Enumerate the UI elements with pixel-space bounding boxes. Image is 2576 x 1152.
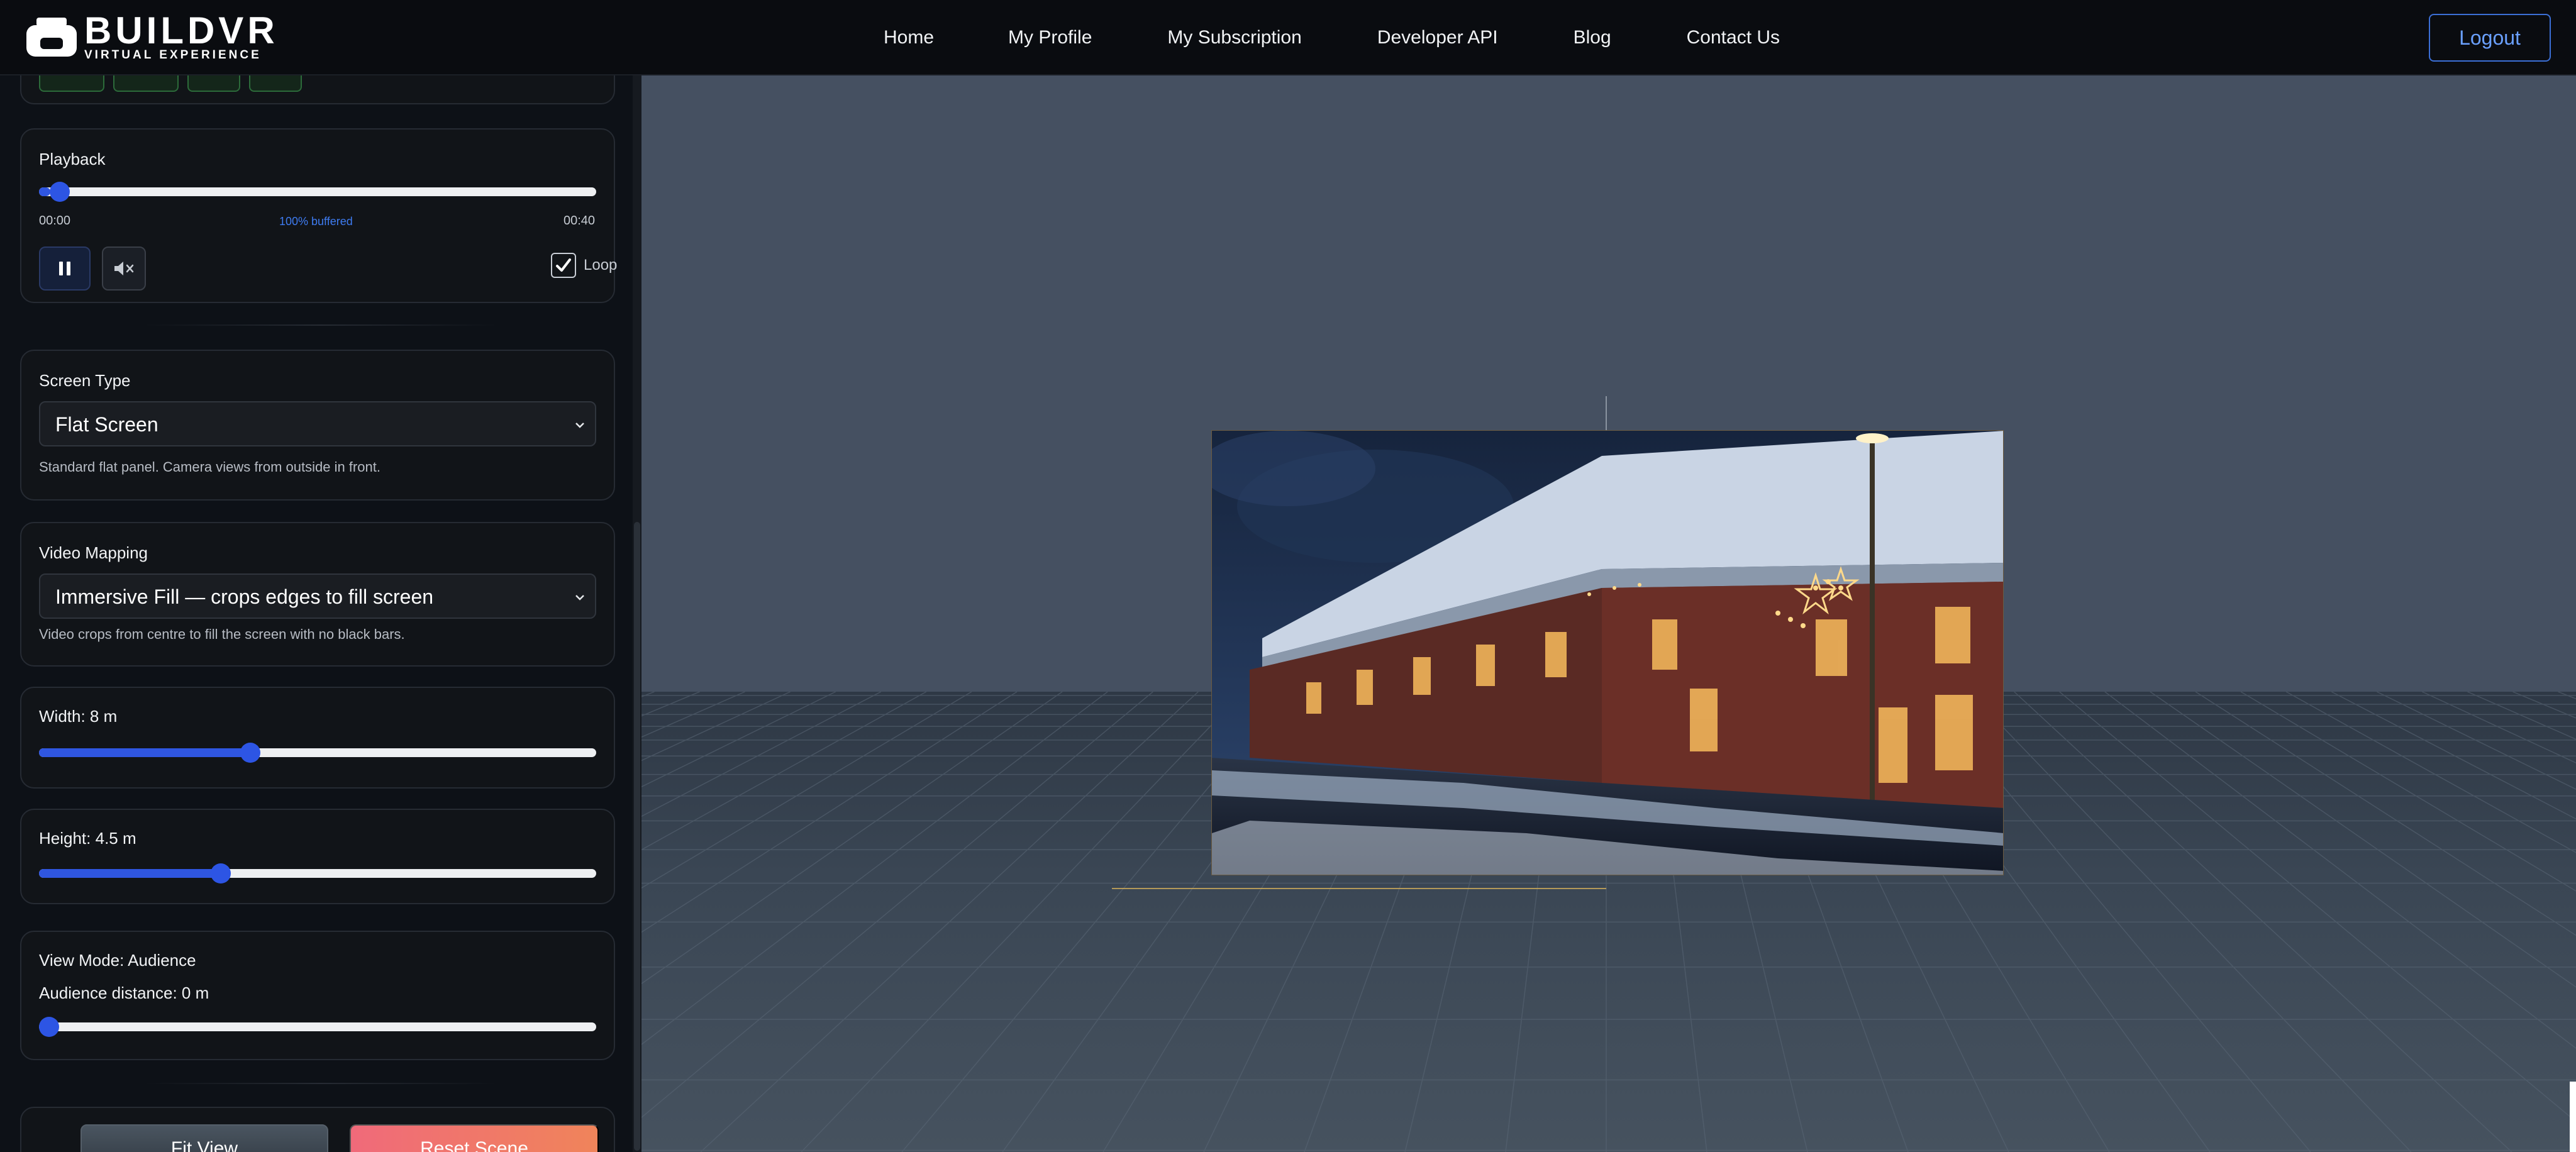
audience-distance-handle[interactable] [39,1017,59,1037]
logo-title: BUILDVR [84,9,279,52]
playback-card: Playback 00:00 100% buffered 00:40 Loop [20,128,617,303]
nav-blog[interactable]: Blog [1574,27,1611,48]
video-mapping-label: Video Mapping [39,543,148,562]
duration-time: 00:40 [564,214,596,228]
actions-card: Fit View Reset Scene [20,1107,615,1152]
format-chip[interactable] [187,75,240,92]
chevron-down-icon [575,595,584,601]
main-nav: Home My Profile My Subscription Develope… [884,0,1780,75]
video-mapping-help: Video crops from centre to fill the scre… [39,626,405,642]
logo-subtitle: VIRTUAL EXPERIENCE [84,48,262,62]
nav-my-profile[interactable]: My Profile [1008,27,1092,48]
nav-contact-us[interactable]: Contact Us [1687,27,1780,48]
screen-anchor-line [1606,396,1607,430]
video-mapping-select[interactable]: Immersive Fill — crops edges to fill scr… [39,573,596,619]
screen-type-select[interactable]: Flat Screen [39,401,596,446]
loop-label: Loop [584,257,618,274]
reset-scene-button[interactable]: Reset Scene [350,1124,599,1152]
format-chip[interactable] [39,75,104,92]
height-slider[interactable] [39,863,596,883]
chevron-down-icon [575,423,584,428]
nav-home[interactable]: Home [884,27,934,48]
loop-toggle[interactable]: Loop [551,253,617,278]
loop-checkbox[interactable] [551,253,576,278]
video-frame-image [1212,431,2003,875]
checkmark-icon [556,258,571,272]
format-card [20,75,615,104]
width-card: Width: 8 m [20,687,615,789]
top-navbar: BUILDVR VIRTUAL EXPERIENCE Home My Profi… [0,0,2576,75]
height-card: Height: 4.5 m [20,809,615,904]
view-mode-card: View Mode: Audience Audience distance: 0… [20,931,615,1060]
floor-guide-line [1112,888,1606,889]
viewport-edge-indicator [2570,1082,2576,1152]
sidebar-scrollbar-thumb[interactable] [634,522,640,1151]
speaker-muted-icon [114,262,134,275]
format-chip[interactable] [113,75,179,92]
video-screen[interactable] [1211,430,2004,875]
audience-distance-label: Audience distance: 0 m [39,983,209,1002]
current-time: 00:00 [39,214,71,228]
video-mapping-value: Immersive Fill — crops edges to fill scr… [55,585,434,608]
playback-seek-slider[interactable] [39,182,596,202]
mute-button[interactable] [102,246,146,291]
width-label: Width: 8 m [39,707,118,726]
screen-type-help: Standard flat panel. Camera views from o… [39,459,380,475]
video-mapping-card: Video Mapping Immersive Fill — crops edg… [20,522,615,667]
screen-type-card: Screen Type Flat Screen Standard flat pa… [20,350,615,501]
logout-button[interactable]: Logout [2429,14,2551,62]
vr-headset-logo-icon [25,16,78,59]
nav-developer-api[interactable]: Developer API [1377,27,1498,48]
view-mode-label: View Mode: Audience [39,951,196,970]
fit-view-button[interactable]: Fit View [80,1124,328,1152]
width-slider[interactable] [39,743,596,763]
screen-type-label: Screen Type [39,371,131,390]
settings-sidebar: Playback 00:00 100% buffered 00:40 Loop … [0,75,640,1152]
height-label: Height: 4.5 m [39,829,136,848]
seek-handle[interactable] [50,182,70,202]
screen-type-value: Flat Screen [55,413,158,436]
format-chips [39,75,311,92]
width-slider-handle[interactable] [240,743,261,763]
nav-my-subscription[interactable]: My Subscription [1167,27,1301,48]
brand-logo[interactable]: BUILDVR VIRTUAL EXPERIENCE [25,9,279,62]
pause-icon [59,262,70,275]
buffered-status: 100% buffered [279,215,353,228]
pause-button[interactable] [39,246,91,291]
playback-label: Playback [39,150,106,169]
divider [145,1083,497,1084]
3d-viewport[interactable] [641,75,2576,1152]
divider [145,324,497,326]
format-chip[interactable] [249,75,302,92]
height-slider-handle[interactable] [211,863,231,883]
audience-distance-slider[interactable] [39,1017,596,1037]
